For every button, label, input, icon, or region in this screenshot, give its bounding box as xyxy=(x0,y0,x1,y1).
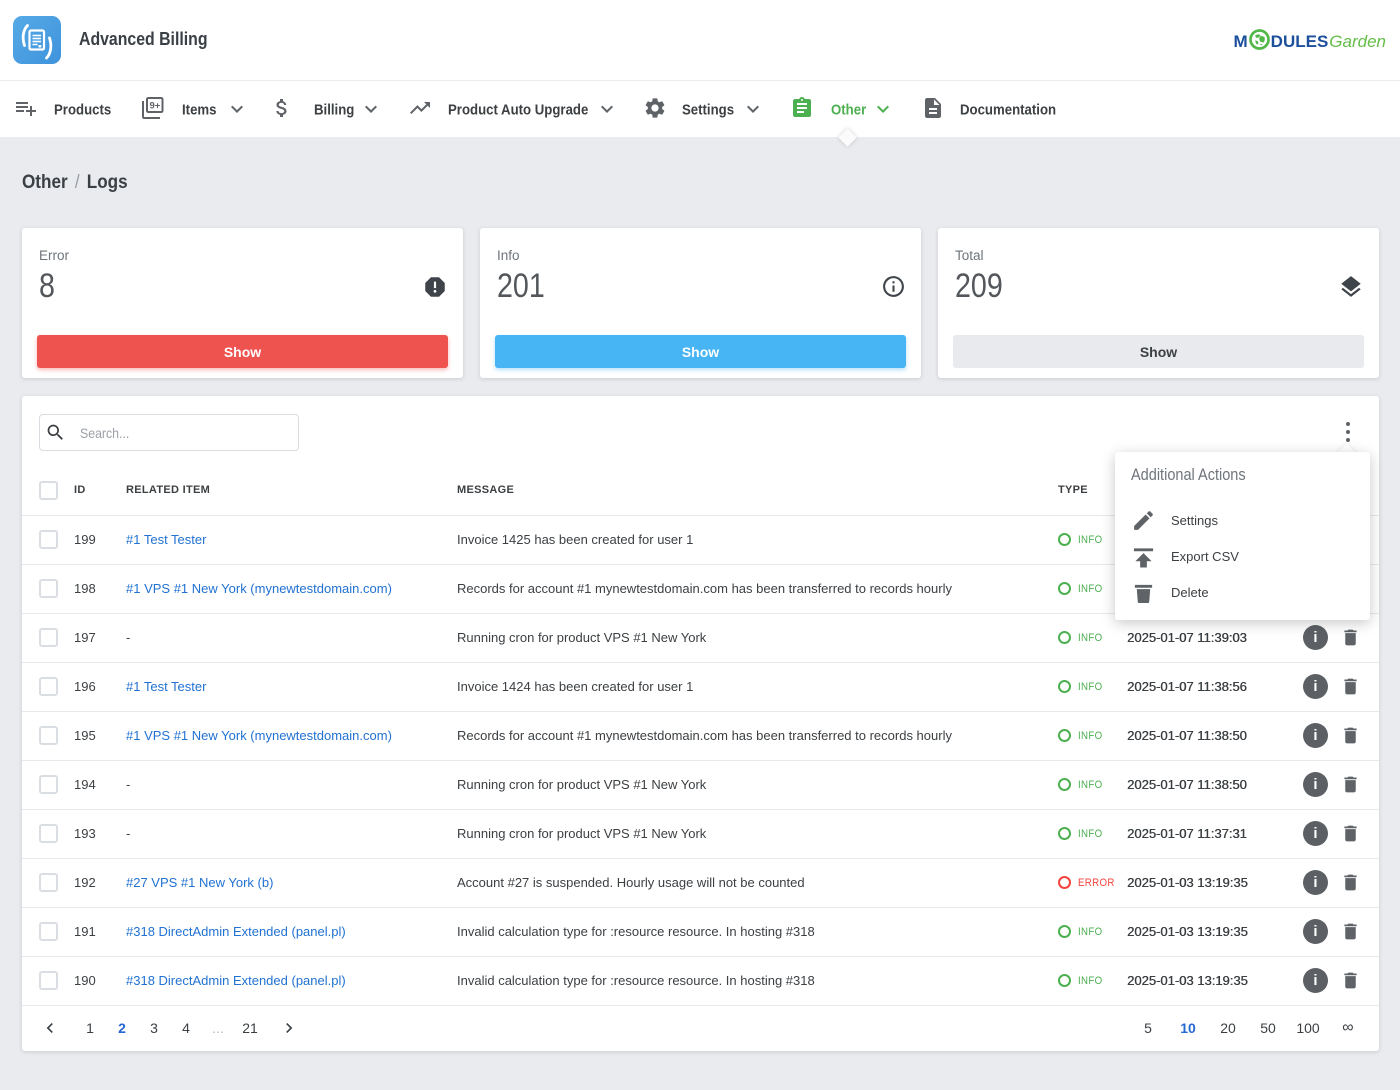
svg-text:9+: 9+ xyxy=(149,100,160,111)
